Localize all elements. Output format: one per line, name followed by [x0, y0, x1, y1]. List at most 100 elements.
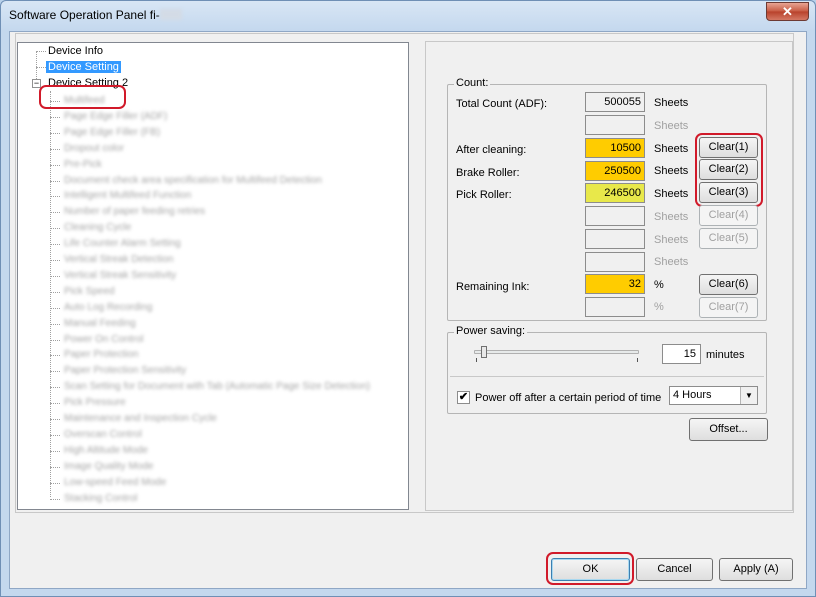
tree-item-child[interactable]: Low-speed Feed Mode	[64, 476, 166, 490]
tree-item-device-setting-2[interactable]: Device Setting 2	[48, 76, 128, 90]
tree-item-child[interactable]: Pick Pressure	[64, 396, 126, 410]
clear-3-button[interactable]: Clear(3)	[699, 182, 758, 203]
checkmark-icon: ✔	[458, 391, 469, 403]
tree-item-child[interactable]: Page Edge Filler (ADF)	[64, 110, 167, 124]
window-title: Software Operation Panel fi-	[9, 8, 182, 22]
sheets-label: Sheets	[654, 165, 689, 177]
ok-button[interactable]: OK	[551, 558, 630, 581]
close-icon: ✕	[782, 4, 793, 19]
chevron-down-icon[interactable]: ▼	[740, 387, 757, 404]
clear-4-button[interactable]: Clear(4)	[699, 205, 758, 226]
sheets-label: Sheets	[654, 143, 689, 155]
tree-connector	[50, 101, 60, 102]
slider-tick	[476, 358, 477, 362]
power-saving-slider-thumb[interactable]	[480, 346, 487, 358]
clear-6-button[interactable]: Clear(6)	[699, 274, 758, 295]
tree-item-child[interactable]: Number of paper feeding retries	[64, 205, 205, 219]
tree-connector	[50, 498, 60, 500]
tree-item-device-info[interactable]: Device Info	[48, 44, 103, 58]
count-group-title: Count:	[454, 77, 491, 89]
tree-connector	[50, 260, 60, 261]
after-cleaning-value: 10500	[585, 138, 645, 158]
sheets-label: Sheets	[654, 188, 689, 200]
settings-tree[interactable]: Device Info Device Setting − Device Sett…	[17, 42, 409, 510]
tree-connector	[50, 450, 60, 452]
tree-item-child[interactable]: Scan Setting for Document with Tab (Auto…	[64, 380, 370, 394]
tree-item-child[interactable]: Image Quality Mode	[64, 460, 154, 474]
total-count-value: 500055	[585, 92, 645, 112]
power-saving-group-title: Power saving:	[454, 325, 528, 337]
tree-item-child[interactable]: Stacking Control	[64, 492, 137, 506]
tree-item-child[interactable]: Multifeed	[64, 94, 105, 108]
tree-connector	[50, 323, 60, 325]
brake-roller-label: Brake Roller:	[456, 167, 520, 179]
tree-item-child[interactable]: Document check area specification for Mu…	[64, 174, 322, 188]
cancel-button[interactable]: Cancel	[636, 558, 713, 581]
power-off-label: Power off after a certain period of time	[475, 392, 662, 404]
tree-connector	[50, 196, 60, 198]
clear-1-button[interactable]: Clear(1)	[699, 137, 758, 158]
percent-label: %	[654, 279, 664, 291]
clear-5-button[interactable]: Clear(5)	[699, 228, 758, 249]
remaining-ink-label: Remaining Ink:	[456, 281, 530, 293]
tree-item-child[interactable]: Overscan Control	[64, 428, 142, 442]
tree-connector	[50, 339, 60, 341]
tree-item-child[interactable]: Cleaning Cycle	[64, 221, 131, 235]
tree-item-child[interactable]: Auto Log Recording	[64, 301, 152, 315]
tree-connector	[36, 51, 46, 52]
after-cleaning-label: After cleaning:	[456, 144, 527, 156]
tree-connector	[36, 67, 46, 68]
tree-connector	[50, 244, 60, 246]
close-button[interactable]: ✕	[766, 2, 809, 21]
count-value-empty	[585, 229, 645, 249]
tree-item-child[interactable]: Dropout color	[64, 142, 124, 156]
power-saving-slider-track[interactable]	[474, 350, 639, 354]
tree-item-child[interactable]: Pre-Pick	[64, 158, 102, 172]
tree-connector	[50, 132, 60, 134]
tree-item-child[interactable]: Vertical Streak Detection	[64, 253, 174, 267]
tree-connector	[50, 148, 60, 150]
tree-item-child[interactable]: Vertical Streak Sensitivity	[64, 269, 176, 283]
tree-connector	[50, 403, 60, 405]
tree-item-child[interactable]: Intelligent Multifeed Function	[64, 189, 191, 203]
tree-connector	[50, 371, 60, 373]
tree-item-child[interactable]: Paper Protection Sensitivity	[64, 364, 186, 378]
sheets-label: Sheets	[654, 256, 689, 268]
title-bar[interactable]: Software Operation Panel fi- ✕	[1, 1, 815, 29]
tree-item-child[interactable]: Paper Protection	[64, 348, 139, 362]
power-off-hours-value: 4 Hours	[673, 389, 712, 401]
offset-button[interactable]: Offset...	[689, 418, 768, 441]
tree-item-child[interactable]: Life Counter Alarm Setting	[64, 237, 181, 251]
count-value-empty	[585, 252, 645, 272]
clear-2-button[interactable]: Clear(2)	[699, 159, 758, 180]
total-count-label: Total Count (ADF):	[456, 98, 548, 110]
sheets-label: Sheets	[654, 97, 689, 109]
tree-item-child[interactable]: Manual Feeding	[64, 317, 136, 331]
tree-item-device-setting[interactable]: Device Setting	[46, 60, 121, 74]
tree-item-child[interactable]: Page Edge Filler (FB)	[64, 126, 160, 140]
tree-item-child[interactable]: Maintenance and Inspection Cycle	[64, 412, 217, 426]
clear-7-button[interactable]: Clear(7)	[699, 297, 758, 318]
tree-connector	[50, 355, 60, 357]
slider-tick	[637, 358, 638, 362]
brake-roller-value: 250500	[585, 161, 645, 181]
collapse-icon[interactable]: −	[32, 79, 41, 88]
pick-roller-value: 246500	[585, 183, 645, 203]
tree-connector	[50, 116, 60, 118]
sheets-label: Sheets	[654, 211, 689, 223]
tree-item-child[interactable]: Pick Speed	[64, 285, 115, 299]
tree-item-child[interactable]: High Altitude Mode	[64, 444, 148, 458]
tree-connector	[50, 212, 60, 214]
power-off-checkbox[interactable]: ✔	[457, 391, 470, 404]
power-off-hours-select[interactable]: 4 Hours ▼	[669, 386, 758, 405]
tree-connector	[50, 434, 60, 436]
percent-label: %	[654, 301, 664, 313]
sheets-label: Sheets	[654, 234, 689, 246]
remaining-ink-value: 32	[585, 274, 645, 294]
tree-connector	[50, 387, 60, 389]
tree-item-child[interactable]: Power On Control	[64, 333, 143, 347]
apply-button[interactable]: Apply (A)	[719, 558, 793, 581]
pick-roller-label: Pick Roller:	[456, 189, 512, 201]
minutes-input[interactable]: 15	[662, 344, 701, 364]
power-divider	[450, 376, 764, 377]
